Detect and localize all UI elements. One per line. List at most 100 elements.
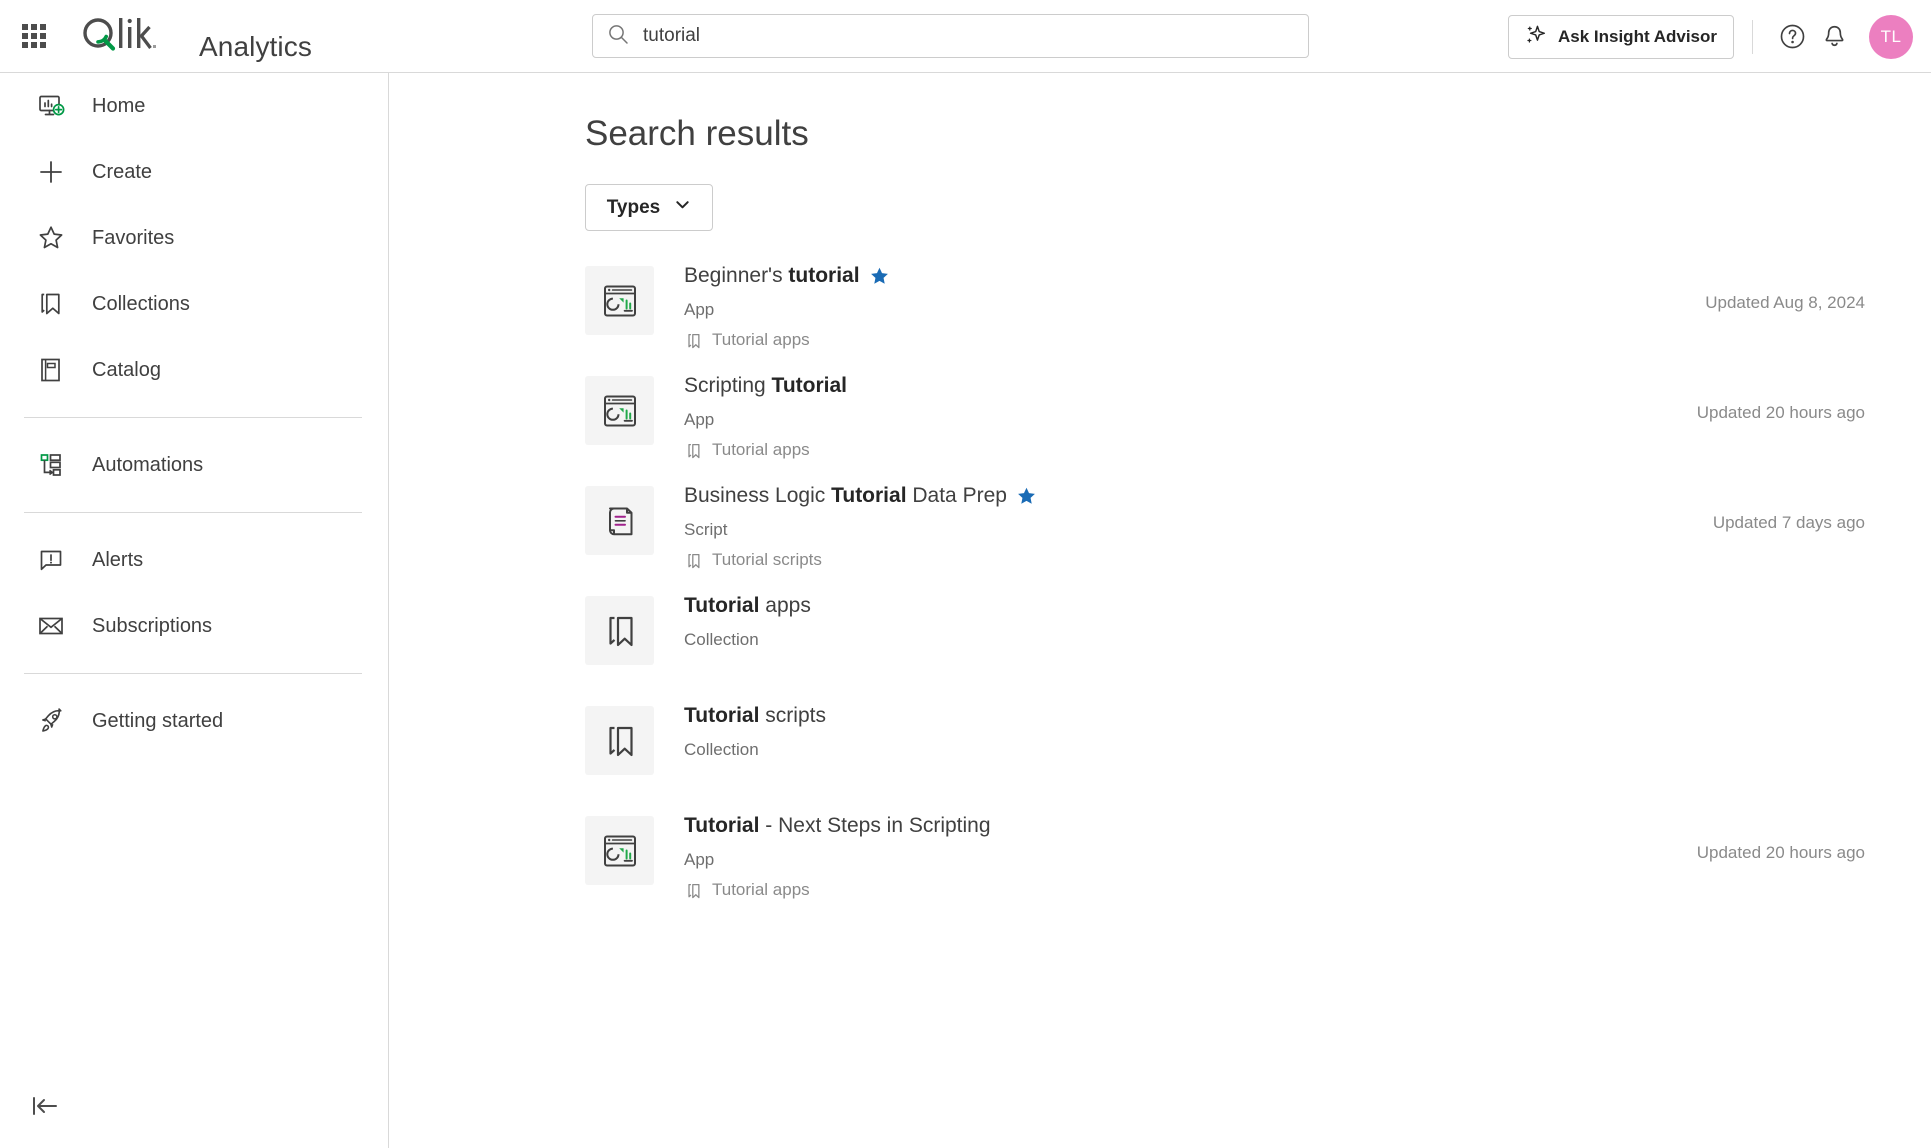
app-chart-icon — [585, 266, 654, 335]
search-results-list: Beginner's tutorial App Tutorial apps Upd… — [585, 258, 1895, 918]
automation-flow-icon — [34, 448, 68, 482]
sidebar-item-subscriptions[interactable]: Subscriptions — [0, 593, 388, 659]
grid-apps-icon[interactable] — [19, 21, 49, 51]
bookmark-icon — [684, 331, 703, 350]
result-type: Collection — [684, 740, 759, 759]
main-content: Search results Types Beginner's tutorial… — [390, 73, 1931, 1148]
result-collection-label: Tutorial apps — [712, 880, 810, 899]
result-collection[interactable]: Tutorial apps — [684, 879, 1895, 901]
sidebar-item-home[interactable]: Home — [0, 73, 388, 139]
bookmark-icon — [34, 287, 68, 321]
sidebar-item-collections[interactable]: Collections — [0, 271, 388, 337]
rocket-icon — [34, 704, 68, 738]
search-input[interactable] — [643, 25, 1294, 47]
top-right-actions: Ask Insight Advisor TL — [1507, 0, 1913, 73]
plus-icon — [34, 155, 68, 189]
sidebar-item-label: Getting started — [92, 709, 224, 732]
search-result-row[interactable]: Business Logic Tutorial Data Prep Script… — [585, 478, 1895, 588]
result-collection[interactable]: Tutorial scripts — [684, 549, 1895, 571]
search-result-row[interactable]: Tutorial - Next Steps in Scripting App Tu… — [585, 808, 1895, 918]
ask-insight-advisor-button[interactable]: Ask Insight Advisor — [1507, 14, 1734, 59]
result-updated-timestamp: Updated 20 hours ago — [1696, 403, 1865, 422]
result-collection-label: Tutorial apps — [712, 440, 810, 459]
sidebar-item-label: Collections — [92, 292, 190, 315]
types-filter-button[interactable]: Types — [585, 184, 713, 231]
result-body: Tutorial apps Collection — [684, 588, 1895, 651]
sidebar-item-catalog[interactable]: Catalog — [0, 337, 388, 403]
result-title-text: Tutorial scripts — [684, 704, 826, 727]
page-title: Search results — [585, 114, 809, 153]
result-title[interactable]: Business Logic Tutorial Data Prep — [684, 482, 1895, 510]
search-result-row[interactable]: Tutorial scripts Collection — [585, 698, 1895, 808]
sidebar-item-favorites[interactable]: Favorites — [0, 205, 388, 271]
sparkle-icon — [1525, 23, 1548, 51]
collection-bookmark-icon — [585, 596, 654, 665]
bookmark-icon — [684, 441, 703, 460]
search-result-row[interactable]: Beginner's tutorial App Tutorial apps Upd… — [585, 258, 1895, 368]
sidebar-item-label: Home — [92, 94, 146, 117]
result-type: Collection — [684, 630, 759, 649]
app-title: Analytics — [199, 30, 312, 62]
bookmark-icon — [684, 551, 703, 570]
script-scroll-icon — [585, 486, 654, 555]
collapse-left-icon[interactable] — [30, 1086, 74, 1126]
sidebar-divider — [24, 417, 362, 418]
result-title-text: Tutorial apps — [684, 594, 811, 617]
search-container — [592, 14, 1309, 58]
result-title[interactable]: Tutorial scripts — [684, 702, 1895, 730]
bell-icon[interactable] — [1813, 16, 1855, 58]
help-circle-icon[interactable] — [1771, 16, 1813, 58]
result-updated-timestamp: Updated Aug 8, 2024 — [1705, 293, 1865, 312]
toolbar-divider — [1752, 19, 1753, 54]
sidebar-item-create[interactable]: Create — [0, 139, 388, 205]
result-updated-timestamp: Updated 20 hours ago — [1696, 843, 1865, 862]
result-title-text: Scripting Tutorial — [684, 374, 847, 397]
bookmark-icon — [684, 881, 703, 900]
sidebar-item-label: Alerts — [92, 548, 144, 571]
result-title[interactable]: Beginner's tutorial — [684, 262, 1895, 290]
result-collection[interactable]: Tutorial apps — [684, 329, 1895, 351]
result-title-text: Business Logic Tutorial Data Prep — [684, 484, 1007, 507]
sidebar: Home Create Favorites Collections Catalo… — [0, 73, 389, 1148]
sidebar-item-automations[interactable]: Automations — [0, 432, 388, 498]
result-title[interactable]: Tutorial - Next Steps in Scripting — [684, 812, 1895, 840]
result-title[interactable]: Scripting Tutorial — [684, 372, 1895, 400]
result-collection[interactable]: Tutorial apps — [684, 439, 1895, 461]
result-title-text: Beginner's tutorial — [684, 264, 860, 287]
sidebar-item-label: Subscriptions — [92, 614, 213, 637]
brand: Analytics — [81, 10, 312, 63]
collection-bookmark-icon — [585, 706, 654, 775]
chevron-down-icon — [674, 196, 691, 219]
result-title-text: Tutorial - Next Steps in Scripting — [684, 814, 991, 837]
result-body: Tutorial scripts Collection — [684, 698, 1895, 761]
qlik-logo[interactable] — [81, 10, 177, 56]
envelope-icon — [34, 609, 68, 643]
sidebar-item-label: Create — [92, 160, 153, 183]
top-bar: Analytics Ask Insight Advisor — [0, 0, 1931, 73]
sidebar-divider — [24, 512, 362, 513]
search-result-row[interactable]: Tutorial apps Collection — [585, 588, 1895, 698]
result-collection-label: Tutorial apps — [712, 330, 810, 349]
favorite-star-icon[interactable] — [1016, 486, 1037, 507]
avatar[interactable]: TL — [1869, 14, 1913, 59]
favorite-star-icon[interactable] — [869, 266, 890, 287]
home-monitor-plus-icon — [34, 89, 68, 123]
result-updated-timestamp: Updated 7 days ago — [1712, 513, 1865, 532]
sidebar-item-label: Catalog — [92, 358, 161, 381]
search-box[interactable] — [592, 14, 1309, 58]
alert-bubble-icon — [34, 543, 68, 577]
sidebar-item-label: Favorites — [92, 226, 175, 249]
sidebar-item-getting-started[interactable]: Getting started — [0, 688, 388, 754]
search-result-row[interactable]: Scripting Tutorial App Tutorial apps Updat… — [585, 368, 1895, 478]
sidebar-item-alerts[interactable]: Alerts — [0, 527, 388, 593]
result-title[interactable]: Tutorial apps — [684, 592, 1895, 620]
sidebar-item-label: Automations — [92, 453, 204, 476]
ask-insight-advisor-label: Ask Insight Advisor — [1557, 26, 1717, 46]
book-icon — [34, 353, 68, 387]
star-outline-icon — [34, 221, 68, 255]
app-chart-icon — [585, 816, 654, 885]
types-filter-label: Types — [606, 196, 661, 218]
search-icon — [607, 23, 629, 50]
result-collection-label: Tutorial scripts — [712, 550, 822, 569]
app-chart-icon — [585, 376, 654, 445]
